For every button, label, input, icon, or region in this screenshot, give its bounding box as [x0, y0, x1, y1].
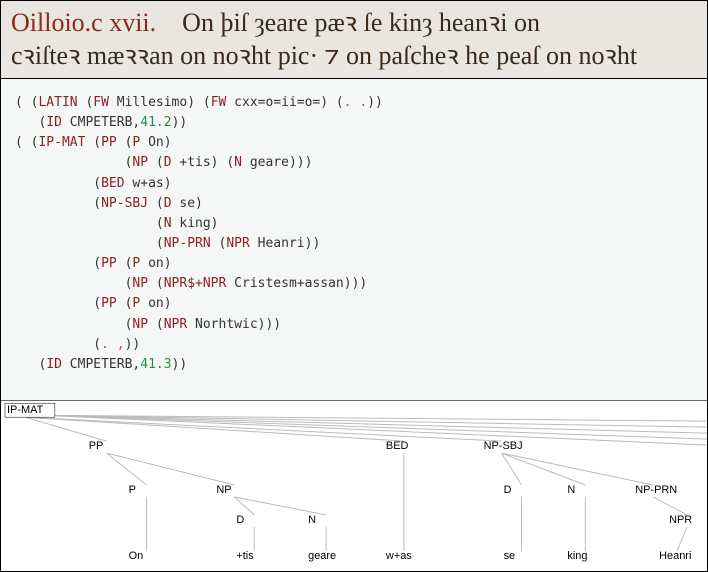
tree-node-label: king — [567, 550, 587, 562]
code-line: ( (LATIN (FW Millesimo) (FW cxx=o=ii=o=)… — [15, 93, 693, 113]
tree-node-label: NP-SBJ — [484, 440, 523, 452]
code-line: (ID CMPETERB,41.3)) — [15, 355, 693, 375]
tree-node-label: +tis — [236, 550, 254, 562]
code-line: (NP (NPR Norhtwic))) — [15, 315, 693, 335]
tree-node-label: On — [129, 550, 144, 562]
code-line: ( (IP-MAT (PP (P On) — [15, 133, 693, 153]
code-line: (ID CMPETERB,41.2)) — [15, 113, 693, 133]
code-line: (N king) — [15, 214, 693, 234]
tree-node-label: NP — [216, 484, 231, 496]
code-line: (NP (NPR$+NPR Cristesm+assan))) — [15, 274, 693, 294]
tree-node-label: N — [567, 484, 575, 496]
tree-node-label: NP-PRN — [635, 484, 677, 496]
manuscript-image-region: Oilloio.c xvii. On þiſ ȝeare pæꝛ ſe kinȝ… — [1, 1, 707, 79]
code-line: (NP-SBJ (D se) — [15, 194, 693, 214]
code-line: (NP (D +tis) (N geare))) — [15, 153, 693, 173]
parse-tree-panel: IP-MAT PP BED NP-SBJ P NP D N NP-PRN D N NPR On +tis g… — [1, 401, 707, 571]
tree-node-label: geare — [308, 550, 336, 562]
tree-node-label: N — [308, 514, 316, 526]
code-line: (PP (P on) — [15, 294, 693, 314]
code-line: (. ,)) — [15, 335, 693, 355]
tree-node-label: IP-MAT — [7, 404, 44, 416]
tree-node-label: BED — [386, 440, 409, 452]
manuscript-text-1: On þiſ ȝeare pæꝛ ſe kinȝ heanꝛi on — [182, 8, 540, 37]
tree-node-label: PP — [89, 440, 104, 452]
tree-node-label: w+as — [385, 550, 412, 562]
tree-node-label: D — [236, 514, 244, 526]
manuscript-line-1: Oilloio.c xvii. On þiſ ȝeare pæꝛ ſe kinȝ… — [11, 7, 697, 40]
code-line: (NP-PRN (NPR Heanri)) — [15, 234, 693, 254]
tree-node-label: NPR — [669, 514, 692, 526]
manuscript-line-2: cꝛiſteꝛ mæꝛꝛan on noꝛht pic· ⁊ on paſche… — [11, 40, 697, 73]
tree-node-label: Heanri — [659, 550, 691, 562]
code-line: (PP (P on) — [15, 254, 693, 274]
code-line: (BED w+as) — [15, 174, 693, 194]
tree-node-label: D — [504, 484, 512, 496]
manuscript-rubric: Oilloio.c xvii. — [11, 8, 156, 37]
tree-node-label: se — [504, 550, 516, 562]
parse-bracket-panel: ( (LATIN (FW Millesimo) (FW cxx=o=ii=o=)… — [1, 79, 707, 401]
tree-node-label: P — [129, 484, 136, 496]
